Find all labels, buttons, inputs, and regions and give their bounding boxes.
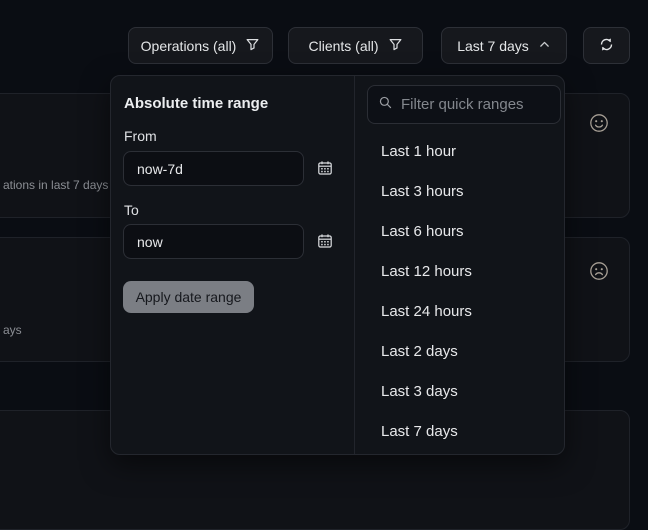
quick-range-option[interactable]: Last 3 days [355, 371, 565, 411]
to-input[interactable] [123, 224, 304, 259]
apply-date-range-button[interactable]: Apply date range [123, 281, 254, 313]
calendar-icon [317, 233, 333, 252]
quick-range-search[interactable] [367, 85, 561, 124]
quick-range-filter-input[interactable] [401, 96, 550, 113]
quick-range-option[interactable]: Last 6 hours [355, 211, 565, 251]
operations-filter-label: Operations (all) [141, 38, 237, 54]
calendar-icon [317, 160, 333, 179]
clients-filter-label: Clients (all) [308, 38, 378, 54]
from-label: From [124, 128, 157, 144]
from-input[interactable] [123, 151, 304, 186]
absolute-time-range-title: Absolute time range [124, 95, 268, 112]
to-label: To [124, 202, 139, 218]
funnel-icon [245, 37, 260, 55]
chevron-up-icon [538, 38, 551, 54]
happy-face-icon [588, 112, 610, 134]
funnel-icon [388, 37, 403, 55]
quick-range-option[interactable]: Last 7 days [355, 411, 565, 451]
quick-range-option[interactable]: Last 24 hours [355, 291, 565, 331]
clients-filter-button[interactable]: Clients (all) [288, 27, 423, 64]
time-range-button[interactable]: Last 7 days [441, 27, 567, 64]
to-calendar-button[interactable] [315, 232, 335, 252]
quick-range-option[interactable]: Last 2 days [355, 331, 565, 371]
card-subtitle: ays [3, 323, 22, 337]
search-icon [378, 95, 393, 115]
quick-range-option[interactable]: Last 1 hour [355, 131, 565, 171]
from-calendar-button[interactable] [315, 159, 335, 179]
quick-range-list: Last 1 hour Last 3 hours Last 6 hours La… [355, 131, 565, 451]
refresh-icon [598, 36, 615, 56]
time-range-label: Last 7 days [457, 38, 529, 54]
card-subtitle: ations in last 7 days [3, 178, 108, 192]
time-picker-dropdown: Absolute time range From To [110, 75, 565, 455]
quick-range-option[interactable]: Last 12 hours [355, 251, 565, 291]
dashboard-page: { "toolbar": { "operations_button": "Ope… [0, 0, 648, 479]
refresh-button[interactable] [583, 27, 630, 64]
quick-range-option[interactable]: Last 3 hours [355, 171, 565, 211]
operations-filter-button[interactable]: Operations (all) [128, 27, 273, 64]
sad-face-icon [588, 260, 610, 282]
